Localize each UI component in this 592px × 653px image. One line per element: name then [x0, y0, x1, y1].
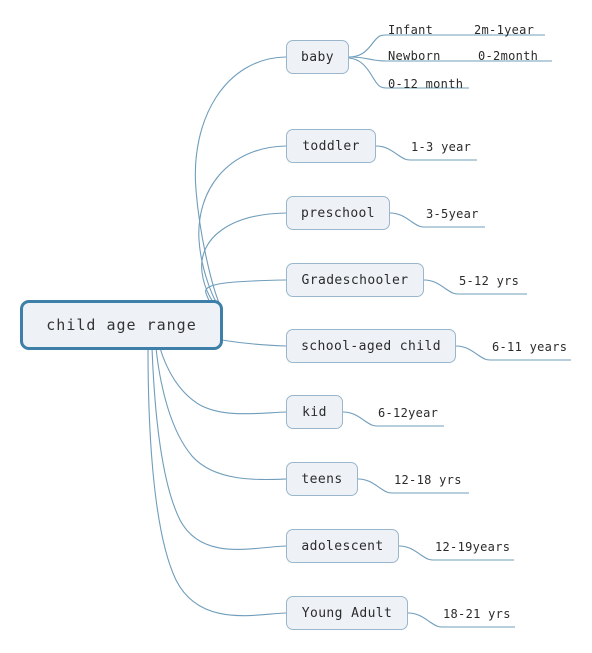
sub-branch-infant-name: Infant	[388, 23, 434, 37]
branch-node-teens-label: teens	[301, 471, 343, 487]
sub-branch-label-0-12-month[interactable]: 0-12 month	[388, 77, 463, 91]
mind-map-canvas: child age range baby toddler preschool G…	[0, 0, 592, 653]
connector-root-young-adult	[147, 347, 287, 617]
range-label-toddler[interactable]: 1-3 year	[411, 140, 471, 154]
connector-baby-0-12-month	[348, 57, 387, 89]
branch-node-teens[interactable]: teens	[286, 462, 358, 496]
range-school-aged-child: 6-11 years	[492, 340, 568, 354]
connector-root-toddler	[198, 145, 287, 311]
branch-node-baby[interactable]: baby	[286, 40, 349, 74]
branch-node-adolescent[interactable]: adolescent	[286, 529, 399, 563]
root-node-label: child age range	[46, 316, 197, 334]
range-teens: 12-18 yrs	[394, 473, 462, 487]
sub-branch-infant-range: 2m-1year	[474, 23, 535, 37]
branch-node-preschool-label: preschool	[300, 205, 376, 221]
connector-root-baby	[194, 56, 287, 309]
connector-school-aged-child-range	[455, 345, 491, 361]
branch-node-toddler[interactable]: toddler	[286, 129, 376, 163]
branch-node-gradeschooler-label: Gradeschooler	[301, 272, 409, 288]
sub-branch-newborn-name: Newborn	[388, 49, 441, 63]
sub-branch-newborn-range: 0-2month	[478, 49, 539, 63]
sub-branch-label-infant[interactable]: Infant	[388, 23, 433, 37]
branch-node-school-aged-child-label: school-aged child	[301, 338, 441, 354]
range-label-adolescent[interactable]: 12-19years	[435, 540, 510, 554]
branch-node-toddler-label: toddler	[302, 138, 360, 154]
sub-branch-range-newborn[interactable]: 0-2month	[478, 49, 538, 63]
sub-branch-range-infant[interactable]: 2m-1year	[474, 23, 534, 37]
branch-node-preschool[interactable]: preschool	[286, 196, 390, 230]
branch-node-kid[interactable]: kid	[286, 395, 343, 429]
branch-node-school-aged-child[interactable]: school-aged child	[286, 329, 456, 363]
connector-baby-infant	[348, 34, 387, 58]
connector-root-preschool	[201, 212, 287, 313]
range-label-school-aged-child[interactable]: 6-11 years	[492, 340, 567, 354]
range-gradeschooler: 5-12 yrs	[459, 274, 520, 288]
connector-baby-newborn	[348, 56, 387, 62]
connector-gradeschooler-range	[423, 279, 459, 295]
connector-young-adult-range	[407, 612, 443, 628]
range-adolescent: 12-19years	[435, 540, 511, 554]
branch-node-baby-label: baby	[301, 49, 334, 65]
range-kid: 6-12year	[378, 406, 439, 420]
connector-root-school-aged-child	[221, 339, 287, 347]
connector-root-kid	[159, 347, 287, 415]
range-toddler: 1-3 year	[411, 140, 472, 154]
sub-branch-0-12-month-name: 0-12 month	[388, 77, 464, 91]
branch-node-gradeschooler[interactable]: Gradeschooler	[286, 263, 424, 297]
range-label-young-adult[interactable]: 18-21 yrs	[443, 607, 511, 621]
branch-node-kid-label: kid	[302, 404, 327, 420]
range-preschool: 3-5year	[426, 207, 479, 221]
connector-adolescent-range	[398, 545, 434, 561]
connector-kid-range	[342, 411, 378, 427]
range-label-gradeschooler[interactable]: 5-12 yrs	[459, 274, 519, 288]
range-label-teens[interactable]: 12-18 yrs	[394, 473, 462, 487]
range-label-preschool[interactable]: 3-5year	[426, 207, 479, 221]
branch-node-young-adult[interactable]: Young Adult	[286, 596, 408, 630]
branch-node-young-adult-label: Young Adult	[301, 605, 393, 621]
connector-preschool-range	[389, 212, 425, 228]
root-node[interactable]: child age range	[20, 300, 223, 350]
connector-toddler-range	[375, 145, 411, 161]
sub-branch-label-newborn[interactable]: Newborn	[388, 49, 441, 63]
connector-root-adolescent	[151, 347, 287, 550]
connector-teens-range	[357, 478, 393, 494]
range-label-kid[interactable]: 6-12year	[378, 406, 438, 420]
connector-root-teens	[155, 347, 287, 481]
branch-node-adolescent-label: adolescent	[301, 538, 384, 554]
range-young-adult: 18-21 yrs	[443, 607, 511, 621]
